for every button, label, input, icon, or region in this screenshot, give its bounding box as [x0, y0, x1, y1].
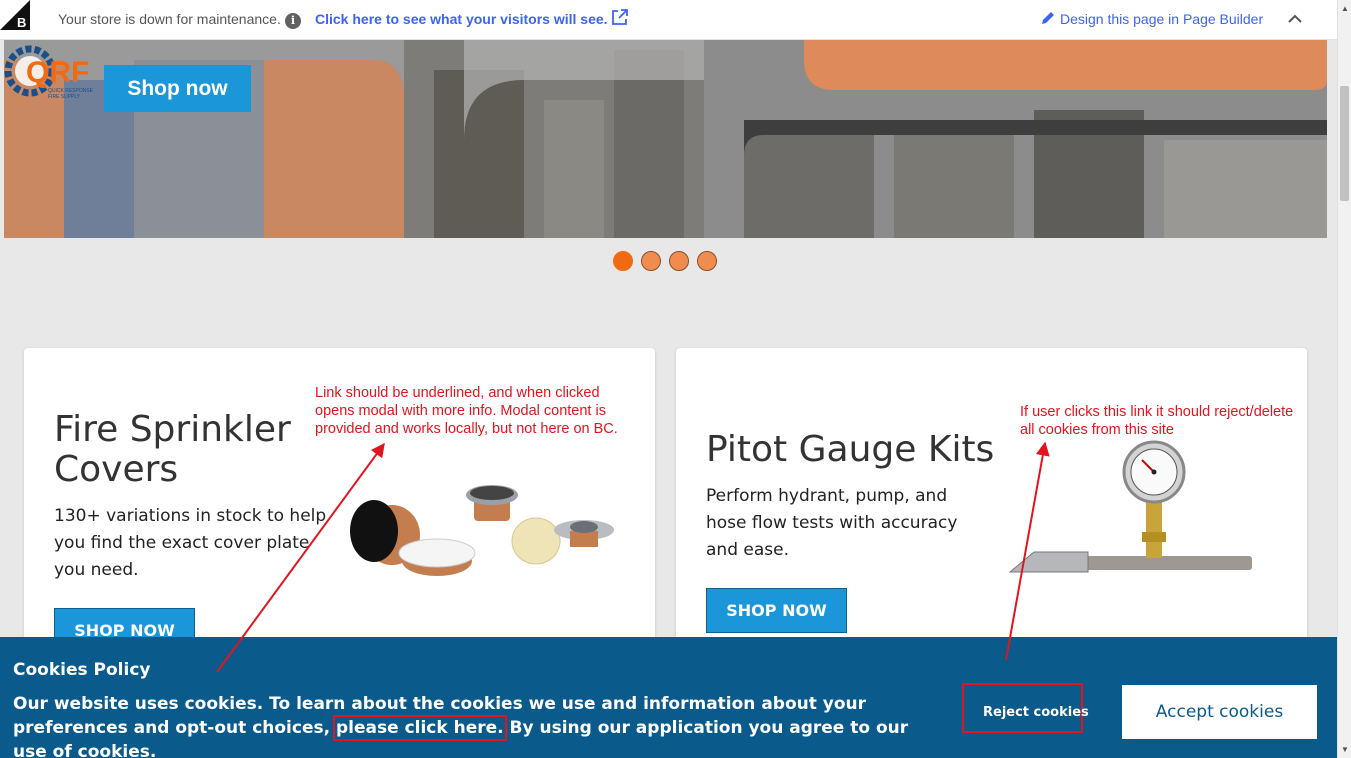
- cookie-text: Our website uses cookies. To learn about…: [13, 694, 909, 758]
- pencil-icon[interactable]: [1040, 10, 1056, 26]
- reject-cookies-button[interactable]: Reject cookies: [983, 705, 1089, 720]
- accept-cookies-button[interactable]: Accept cookies: [1122, 685, 1317, 739]
- hero-shop-now-button[interactable]: Shop now: [104, 65, 251, 112]
- scroll-down-icon[interactable]: ▼: [1341, 745, 1349, 754]
- carousel-dot-2[interactable]: [641, 251, 661, 271]
- bigcommerce-logo-icon[interactable]: B: [0, 0, 30, 30]
- maintenance-text: Your store is down for maintenance.: [58, 11, 281, 27]
- cookie-banner: Cookies Policy Our website uses cookies.…: [0, 637, 1337, 758]
- scroll-up-icon[interactable]: ▲: [1341, 4, 1349, 13]
- cookie-policy-link[interactable]: please click here.: [333, 715, 507, 741]
- card-title: Pitot Gauge Kits: [706, 429, 995, 470]
- page-scrollbar[interactable]: ▲ ▼: [1337, 0, 1351, 758]
- page-builder-link[interactable]: Design this page in Page Builder: [1060, 11, 1263, 27]
- cookie-title: Cookies Policy: [13, 660, 151, 680]
- sprinkler-covers-image: [350, 485, 614, 576]
- qrf-logo: QRF QUICK RESPONSE FIRE SUPPLY: [4, 45, 94, 100]
- maintenance-bar: B Your store is down for maintenance. i …: [0, 0, 1337, 40]
- scroll-thumb[interactable]: [1340, 86, 1349, 201]
- carousel-dot-1[interactable]: [613, 251, 633, 271]
- annotation-reject-cookies: If user clicks this link it should rejec…: [1020, 404, 1294, 438]
- svg-text:QRF: QRF: [26, 56, 89, 89]
- carousel-dot-3[interactable]: [669, 251, 689, 271]
- annotation-modal-link: Link should be underlined, and when clic…: [315, 385, 618, 437]
- preview-visitor-link[interactable]: Click here to see what your visitors wil…: [315, 11, 608, 27]
- pitot-gauge-kits-card: Pitot Gauge Kits Perform hydrant, pump, …: [676, 348, 1307, 648]
- card-description: Perform hydrant, pump, and hose flow tes…: [706, 486, 958, 560]
- carousel-dots: [613, 251, 717, 271]
- info-icon[interactable]: i: [285, 13, 301, 29]
- svg-text:FIRE SUPPLY: FIRE SUPPLY: [48, 94, 81, 100]
- carousel-dot-4[interactable]: [697, 251, 717, 271]
- chevron-up-icon[interactable]: [1286, 10, 1304, 28]
- pitot-gauge-image: [1008, 440, 1252, 573]
- pitot-shop-now-button[interactable]: SHOP NOW: [706, 588, 847, 633]
- svg-text:B: B: [17, 15, 26, 30]
- card-description: 130+ variations in stock to help you fin…: [54, 506, 327, 580]
- card-title: Fire Sprinkler Covers: [54, 409, 291, 490]
- external-link-icon[interactable]: [611, 9, 628, 26]
- hero-banner: Shop now QRF QUICK RESPONSE FIRE SUPPLY: [4, 40, 1327, 238]
